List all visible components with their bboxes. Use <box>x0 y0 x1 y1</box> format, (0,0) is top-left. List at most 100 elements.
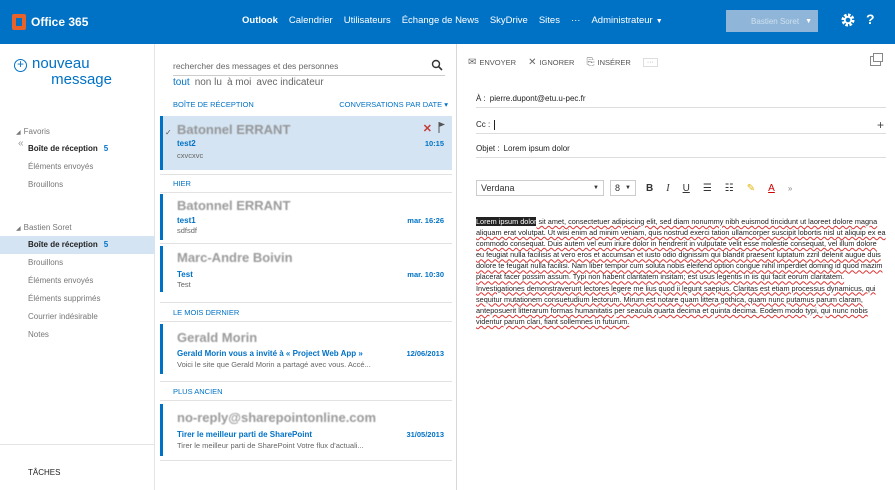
nav-more[interactable]: ··· <box>571 15 581 26</box>
message-item[interactable]: no-reply@sharepointonline.com Tirer le m… <box>160 404 452 456</box>
divider <box>160 192 452 193</box>
message-item[interactable]: Marc-Andre Boivin Test mar. 10:30 Test <box>160 246 452 292</box>
cc-field[interactable]: Cc : + <box>476 116 886 134</box>
formatting-toolbar: Verdana ▼ 8 ▼ B I U ☰ ☷ ✎ A » <box>476 180 805 196</box>
folder-sent[interactable]: Éléments envoyés <box>0 272 155 290</box>
new-message-line2: message <box>51 71 112 88</box>
message-date: 10:15 <box>424 139 444 148</box>
insert-button[interactable]: ⎘ INSÉRER <box>586 57 630 68</box>
popout-icon[interactable] <box>870 53 883 66</box>
nav-skydrive[interactable]: SkyDrive <box>490 15 528 26</box>
group-header: LE MOIS DERNIER <box>173 308 240 317</box>
divider <box>160 400 452 401</box>
font-color-button[interactable]: A <box>768 183 775 194</box>
favorites-section: ◢ Favoris Boîte de réception 5 Éléments en… <box>0 124 155 194</box>
folder-fav-sent[interactable]: Éléments envoyés <box>0 158 155 176</box>
office365-logo[interactable]: Office 365 <box>12 12 88 32</box>
plus-circle-icon: + <box>14 58 27 72</box>
tasks-link[interactable]: TÂCHES <box>28 468 60 477</box>
nav-sites[interactable]: Sites <box>539 15 560 26</box>
bold-button[interactable]: B <box>646 183 653 194</box>
flag-icon[interactable] <box>438 122 446 133</box>
folder-deleted[interactable]: Éléments supprimés <box>0 290 155 308</box>
filter-flagged[interactable]: avec indicateur <box>256 77 323 88</box>
subject-field[interactable]: Objet : Lorem ipsum dolor <box>476 140 886 158</box>
message-item[interactable]: Gerald Morin Gerald Morin vous a invité … <box>160 324 452 374</box>
filter-unread[interactable]: non lu <box>195 77 222 88</box>
folder-junk[interactable]: Courrier indésirable <box>0 308 155 326</box>
highlight-icon[interactable]: ✎ <box>747 183 755 194</box>
folder-label: Éléments envoyés <box>28 276 94 285</box>
top-bar: Office 365 Outlook Calendrier Utilisateu… <box>0 0 895 44</box>
more-options-button[interactable]: ··· <box>642 58 658 67</box>
sort-label: CONVERSATIONS PAR DATE <box>339 100 443 109</box>
underline-button[interactable]: U <box>683 183 690 194</box>
message-sender: Gerald Morin <box>177 330 258 345</box>
message-item[interactable]: Batonnel ERRANT test1 mar. 16:26 sdfsdf <box>160 194 452 240</box>
compose-pane: ✉ ENVOYER ✕ IGNORER ⎘ INSÉRER ··· À : pierre… <box>458 44 895 490</box>
to-label: À : <box>476 94 486 103</box>
cc-label: Cc : <box>476 120 491 129</box>
more-format-icon[interactable]: » <box>788 184 792 193</box>
user-menu[interactable]: Bastien Soret ▼ <box>726 10 818 32</box>
checkmark-icon[interactable]: ✓ <box>165 128 172 137</box>
folder-label: Éléments envoyés <box>28 162 94 171</box>
font-family-select[interactable]: Verdana ▼ <box>476 180 604 196</box>
selected-text: Lorem ipsum dolor <box>476 217 537 226</box>
discard-button[interactable]: ✕ IGNORER <box>528 57 574 68</box>
search-input[interactable] <box>173 57 413 75</box>
account-header[interactable]: ◢ Bastien Soret <box>0 220 155 236</box>
close-icon: ✕ <box>528 57 537 68</box>
to-field[interactable]: À : pierre.dupont@etu.u-pec.fr <box>476 90 886 108</box>
filter-all[interactable]: tout <box>173 77 190 88</box>
favorites-header-label: Favoris <box>23 127 50 136</box>
sort-dropdown[interactable]: CONVERSATIONS PAR DATE ▾ <box>339 100 448 109</box>
message-item[interactable]: ✓ Batonnel ERRANT ✕ test2 10:15 cxvcxvc <box>160 116 452 170</box>
message-subject: Tirer le meilleur parti de SharePoint <box>177 430 313 439</box>
folder-drafts[interactable]: Brouillons <box>0 254 155 272</box>
account-header-label: Bastien Soret <box>23 223 72 232</box>
nav-echange-news[interactable]: Échange de News <box>402 15 479 26</box>
filter-bar: tout non lu à moi avec indicateur <box>173 77 329 88</box>
favorites-header[interactable]: ◢ Favoris <box>0 124 155 140</box>
folder-label: Notes <box>28 330 49 339</box>
divider <box>160 243 452 244</box>
nav-calendrier[interactable]: Calendrier <box>289 15 333 26</box>
folder-fav-inbox[interactable]: Boîte de réception 5 <box>0 140 155 158</box>
user-name: Bastien Soret <box>751 16 800 26</box>
gear-icon[interactable] <box>840 12 856 28</box>
insert-label: INSÉRER <box>597 58 631 67</box>
message-subject: Gerald Morin vous a invité à « Project W… <box>177 349 363 358</box>
filter-to-me[interactable]: à moi <box>227 77 251 88</box>
folder-inbox[interactable]: Boîte de réception 5 <box>0 236 155 254</box>
unread-count: 5 <box>103 144 109 153</box>
subject-value[interactable]: Lorem ipsum dolor <box>504 144 570 153</box>
numbered-list-icon[interactable]: ☷ <box>725 183 734 194</box>
account-section: ◢ Bastien Soret Boîte de réception 5 Broui… <box>0 220 155 344</box>
new-message-button[interactable]: + nouveau message <box>14 56 122 88</box>
italic-button[interactable]: I <box>666 183 669 194</box>
help-icon[interactable]: ? <box>866 11 875 27</box>
search-icon[interactable] <box>431 59 443 71</box>
paperclip-icon: ⎘ <box>586 57 595 68</box>
delete-icon[interactable]: ✕ <box>423 122 432 135</box>
folder-notes[interactable]: Notes <box>0 326 155 344</box>
folder-fav-drafts[interactable]: Brouillons <box>0 176 155 194</box>
message-date: 12/06/2013 <box>406 349 444 358</box>
brand-label: Office 365 <box>31 15 89 29</box>
send-button[interactable]: ✉ ENVOYER <box>468 57 516 68</box>
font-size-select[interactable]: 8 ▼ <box>610 180 636 196</box>
nav-outlook[interactable]: Outlook <box>242 15 278 26</box>
to-recipient[interactable]: pierre.dupont@etu.u-pec.fr <box>490 94 586 103</box>
add-recipient-icon[interactable]: + <box>877 116 884 134</box>
message-date: mar. 16:26 <box>407 216 444 225</box>
nav-administrateur[interactable]: Administrateur ▼ <box>591 15 662 26</box>
chevron-down-icon: ▾ <box>444 100 448 109</box>
message-body[interactable]: Lorem ipsum dolor sit amet, consectetuer… <box>476 216 886 327</box>
discard-label: IGNORER <box>539 58 575 67</box>
divider <box>160 381 452 382</box>
nav-utilisateurs[interactable]: Utilisateurs <box>344 15 391 26</box>
bullet-list-icon[interactable]: ☰ <box>703 183 712 194</box>
divider <box>160 302 452 303</box>
message-sender: no-reply@sharepointonline.com <box>177 410 377 425</box>
